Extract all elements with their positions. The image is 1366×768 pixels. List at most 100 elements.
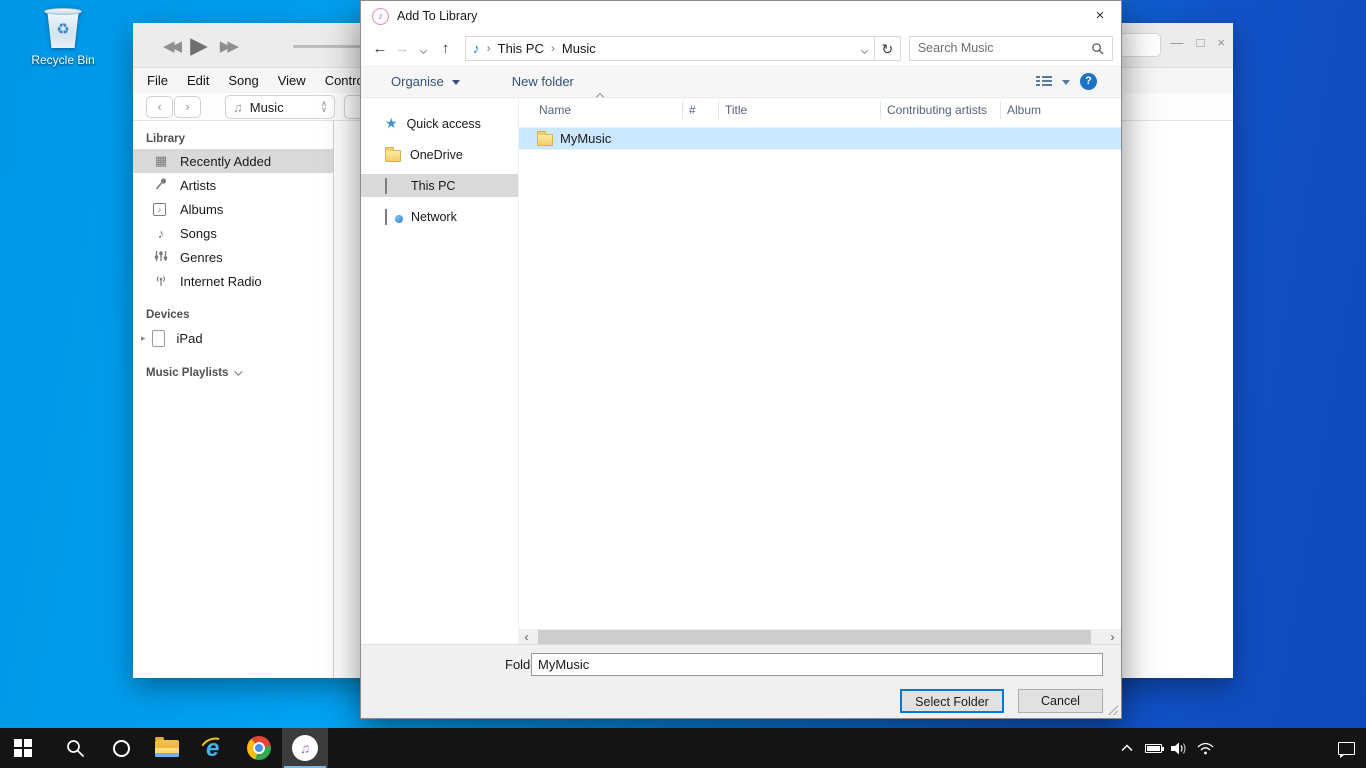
monitor-icon: [385, 179, 402, 193]
menu-song[interactable]: Song: [228, 73, 258, 88]
microphone-icon: [153, 177, 169, 194]
scrollbar-thumb[interactable]: [538, 630, 1091, 645]
media-picker[interactable]: ♫ Music ∧ ∨: [225, 95, 335, 119]
chrome-button[interactable]: [236, 728, 282, 768]
column-album[interactable]: Album: [1001, 101, 1093, 119]
itunes-search-field[interactable]: [1119, 33, 1161, 57]
dialog-titlebar[interactable]: ♪ Add To Library ×: [361, 1, 1121, 31]
resize-grip[interactable]: [1108, 705, 1118, 715]
music-note-icon: ♫: [233, 100, 243, 115]
view-mode-dropdown-icon[interactable]: [1062, 80, 1070, 85]
breadcrumb-music[interactable]: Music: [562, 41, 596, 56]
recycle-bin[interactable]: ♻ Recycle Bin: [24, 8, 102, 67]
playback-controls: ◀◀ ▶ ▶▶: [163, 23, 235, 68]
ipad-icon: [152, 330, 165, 347]
chrome-icon: [247, 736, 271, 760]
music-note-icon: ♪: [473, 40, 480, 56]
search-box[interactable]: [909, 36, 1113, 61]
refresh-button[interactable]: ↻: [875, 36, 901, 61]
dialog-navbar: ← → ↑ ♪ › This PC › Music ↻: [361, 31, 1121, 65]
column-contributing-artists[interactable]: Contributing artists: [881, 101, 1001, 119]
chevron-down-icon: [452, 80, 460, 85]
itunes-taskbar-button[interactable]: ♫: [282, 728, 328, 768]
album-icon: ♪: [153, 203, 169, 216]
volume-indicator[interactable]: [1166, 728, 1192, 768]
wifi-icon: [1197, 742, 1214, 755]
chevron-updown-icon: ∧ ∨: [321, 101, 327, 113]
address-bar[interactable]: ♪ › This PC › Music: [465, 36, 875, 61]
dialog-toolbar: Organise New folder ?: [361, 65, 1121, 98]
network-indicator[interactable]: [1192, 728, 1218, 768]
sidebar-item-ipad[interactable]: ▸ iPad: [133, 325, 333, 351]
battery-indicator[interactable]: [1140, 728, 1166, 768]
sidebar-item-this-pc[interactable]: This PC: [361, 174, 518, 197]
recycle-bin-label: Recycle Bin: [24, 53, 102, 67]
sidebar-item-artists[interactable]: Artists: [133, 173, 333, 197]
start-button[interactable]: [0, 728, 46, 768]
close-icon[interactable]: ×: [1089, 5, 1111, 27]
nav-back-button[interactable]: ←: [369, 40, 391, 57]
close-button[interactable]: ×: [1217, 35, 1225, 50]
itunes-icon: ♫: [292, 735, 318, 761]
menu-view[interactable]: View: [278, 73, 306, 88]
select-folder-button[interactable]: Select Folder: [900, 689, 1004, 713]
folder-icon: [385, 150, 401, 162]
library-header: Library: [133, 133, 333, 145]
file-list-header: Name # Title Contributing artists Album: [519, 98, 1121, 122]
help-icon[interactable]: ?: [1080, 73, 1097, 90]
menu-edit[interactable]: Edit: [187, 73, 209, 88]
folder-input[interactable]: [531, 653, 1103, 676]
hidden-icons-button[interactable]: [1114, 728, 1140, 768]
genres-icon: [153, 249, 169, 266]
organise-button[interactable]: Organise: [391, 74, 444, 89]
dialog-footer: Folder: Select Folder Cancel: [361, 644, 1121, 718]
view-mode-icon[interactable]: [1036, 76, 1052, 86]
taskbar: e ♫: [0, 728, 1366, 768]
column-name[interactable]: Name: [533, 101, 683, 119]
speaker-icon: [1171, 742, 1188, 755]
column-number[interactable]: #: [683, 101, 719, 119]
file-row-mymusic[interactable]: MyMusic: [519, 127, 1121, 150]
media-picker-value: Music: [250, 100, 284, 115]
search-input[interactable]: [918, 41, 1091, 55]
column-title[interactable]: Title: [719, 101, 881, 119]
rewind-button[interactable]: ◀◀: [163, 37, 178, 55]
sidebar-item-recently-added[interactable]: ▦ Recently Added: [133, 149, 333, 173]
forward-button[interactable]: ›: [174, 96, 201, 118]
sidebar-item-songs[interactable]: ♪ Songs: [133, 221, 333, 245]
music-note-icon: ♪: [153, 226, 169, 241]
itunes-sidebar: Library ▦ Recently Added Artists ♪ Album…: [133, 121, 334, 678]
minimize-button[interactable]: —: [1171, 35, 1184, 50]
file-explorer-button[interactable]: [144, 728, 190, 768]
action-center-button[interactable]: [1326, 728, 1366, 768]
address-dropdown-icon[interactable]: [862, 41, 867, 56]
taskbar-search-button[interactable]: [52, 728, 98, 768]
play-button[interactable]: ▶: [190, 32, 208, 59]
sidebar-item-network[interactable]: Network: [361, 205, 518, 228]
music-playlists-header[interactable]: Music Playlists: [133, 367, 333, 379]
expand-triangle-icon[interactable]: ▸: [141, 333, 146, 344]
new-folder-button[interactable]: New folder: [512, 74, 574, 89]
cancel-button[interactable]: Cancel: [1018, 689, 1103, 713]
back-button[interactable]: ‹: [146, 96, 173, 118]
menu-file[interactable]: File: [147, 73, 168, 88]
internet-explorer-button[interactable]: e: [190, 728, 236, 768]
maximize-button[interactable]: □: [1197, 35, 1205, 50]
devices-header: Devices: [133, 309, 333, 321]
grid-icon: ▦: [153, 153, 169, 169]
sidebar-item-internet-radio[interactable]: Internet Radio: [133, 269, 333, 293]
sidebar-item-onedrive[interactable]: OneDrive: [361, 143, 518, 166]
nav-history-dropdown[interactable]: [413, 40, 435, 57]
sidebar-item-genres[interactable]: Genres: [133, 245, 333, 269]
sidebar-item-albums[interactable]: ♪ Albums: [133, 197, 333, 221]
nav-up-button[interactable]: ↑: [435, 40, 457, 57]
file-list: Name # Title Contributing artists Album …: [518, 98, 1121, 646]
itunes-app-icon: ♪: [372, 8, 389, 25]
sidebar-item-quick-access[interactable]: ★ Quick access: [361, 112, 518, 135]
nav-forward-button[interactable]: →: [391, 40, 413, 57]
cortana-button[interactable]: [98, 728, 144, 768]
breadcrumb-this-pc[interactable]: This PC: [498, 41, 544, 56]
recycle-bin-icon: ♻: [43, 8, 83, 50]
windows-logo-icon: [14, 739, 32, 757]
fast-forward-button[interactable]: ▶▶: [220, 37, 235, 55]
